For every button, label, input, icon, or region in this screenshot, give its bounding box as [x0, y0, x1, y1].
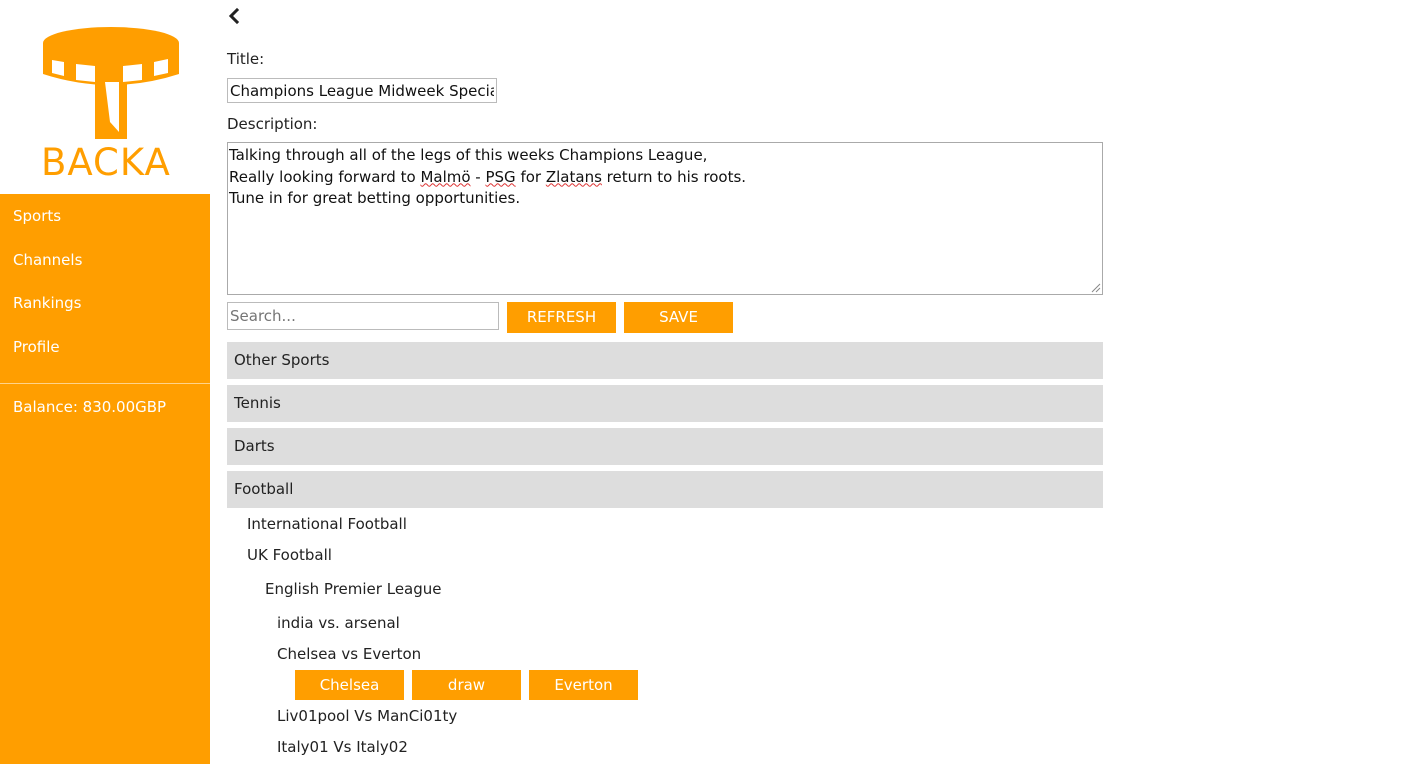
tree-item-uk-football[interactable]: UK Football [247, 546, 332, 564]
category-darts[interactable]: Darts [227, 428, 1103, 465]
chevron-left-icon[interactable] [227, 7, 241, 25]
tree-item-international-football[interactable]: International Football [247, 515, 407, 533]
misspelled-word: Malmö [420, 167, 471, 186]
sidebar: BACKA Sports Channels Rankings Profile B… [0, 0, 210, 764]
refresh-button[interactable]: REFRESH [507, 302, 616, 333]
description-line: Tune in for great betting opportunities. [229, 189, 521, 207]
nav-menu: Sports Channels Rankings Profile Balance… [0, 194, 210, 764]
balance: Balance: 830.00GBP [13, 398, 167, 416]
search-input[interactable] [227, 302, 499, 330]
title-label: Title: [227, 50, 265, 68]
brand-name: BACKA [41, 141, 171, 184]
bet-option-draw-button[interactable]: draw [412, 670, 521, 700]
match-item[interactable]: Liv01pool Vs ManCi01ty [277, 707, 457, 725]
category-tennis[interactable]: Tennis [227, 385, 1103, 422]
description-label: Description: [227, 115, 318, 133]
main-content: Title: Description: Talking through all … [227, 0, 1418, 764]
category-football[interactable]: Football [227, 471, 1103, 508]
backa-logo-icon [43, 27, 179, 139]
bet-option-everton-button[interactable]: Everton [529, 670, 638, 700]
resize-grip-icon[interactable] [1091, 283, 1101, 293]
sidebar-item-sports[interactable]: Sports [13, 207, 61, 225]
match-item[interactable]: Chelsea vs Everton [277, 645, 421, 663]
description-line: Really looking forward to Malmö - PSG fo… [229, 167, 747, 186]
sidebar-item-rankings[interactable]: Rankings [13, 294, 82, 312]
description-textarea[interactable]: Talking through all of the legs of this … [227, 142, 1103, 295]
misspelled-word: PSG [485, 167, 516, 186]
title-input[interactable] [227, 78, 497, 103]
nav-divider [0, 383, 210, 384]
match-item[interactable]: india vs. arsenal [277, 614, 400, 632]
sidebar-item-profile[interactable]: Profile [13, 338, 60, 356]
tree-item-english-premier-league[interactable]: English Premier League [265, 580, 442, 598]
sidebar-item-channels[interactable]: Channels [13, 251, 82, 269]
category-other-sports[interactable]: Other Sports [227, 342, 1103, 379]
bet-option-chelsea-button[interactable]: Chelsea [295, 670, 404, 700]
misspelled-word: Zlatans [545, 167, 602, 186]
save-button[interactable]: SAVE [624, 302, 733, 333]
logo[interactable]: BACKA [0, 0, 210, 194]
description-line: Talking through all of the legs of this … [229, 146, 708, 164]
match-item[interactable]: Italy01 Vs Italy02 [277, 738, 408, 756]
